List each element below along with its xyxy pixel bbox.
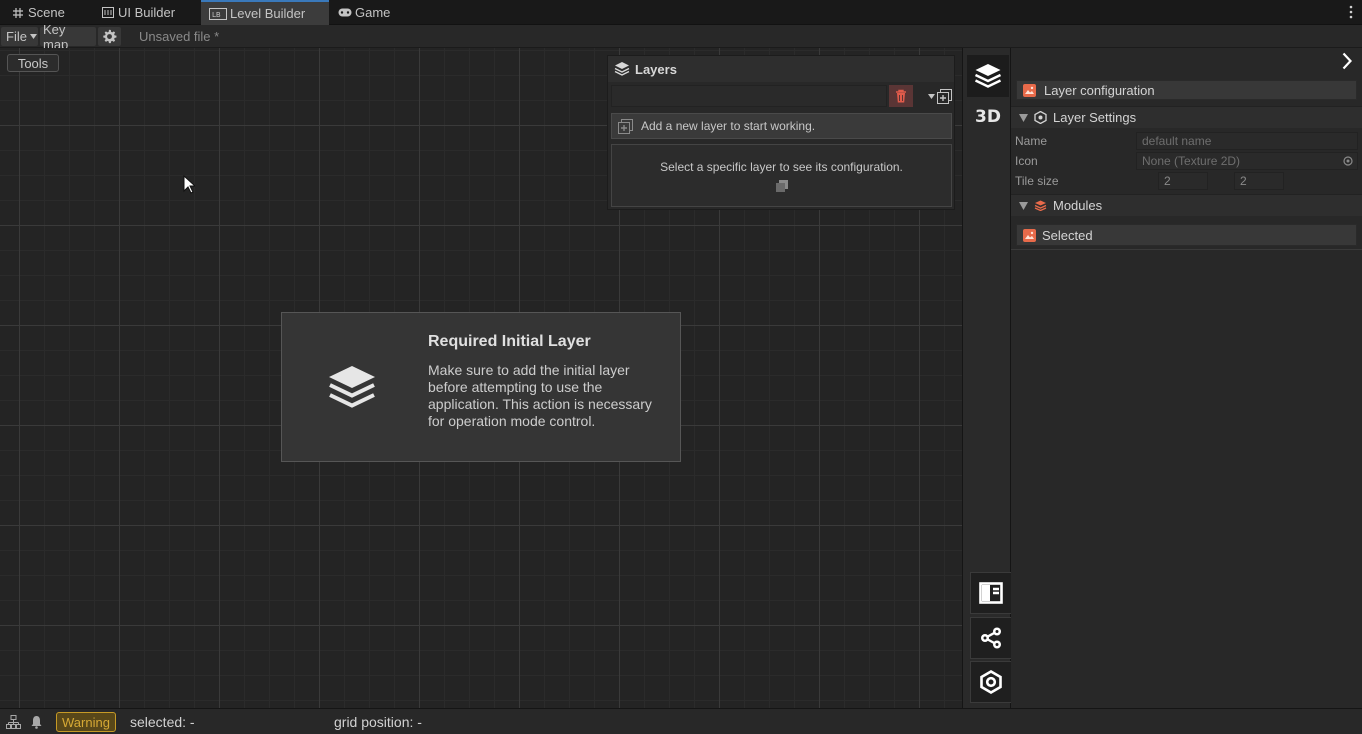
- tile-size-y-value: 2: [1240, 174, 1247, 188]
- tab-level-builder-label: Level Builder: [230, 6, 306, 21]
- settings-mode-button[interactable]: [970, 661, 1012, 703]
- layer-configuration-label: Layer configuration: [1044, 82, 1155, 98]
- status-bar: Warning selected: - grid position: -: [0, 708, 1362, 734]
- hierarchy-icon[interactable]: [6, 715, 21, 729]
- layer-configuration-row[interactable]: Layer configuration: [1016, 80, 1357, 100]
- hex-gear-icon: [979, 670, 1003, 694]
- mode-strip: 3D: [962, 48, 1012, 708]
- tools-button[interactable]: Tools: [7, 54, 59, 72]
- tools-label: Tools: [17, 55, 49, 71]
- modules-label: Modules: [1053, 198, 1103, 213]
- layers-header: Layers: [608, 56, 954, 82]
- gamepad-icon: [338, 6, 352, 20]
- tab-game[interactable]: Game: [329, 0, 409, 25]
- ui-builder-icon: [101, 6, 115, 20]
- 3d-label: 3D: [975, 107, 1001, 127]
- add-layer-dropdown[interactable]: [916, 85, 952, 107]
- layer-settings-section[interactable]: Layer Settings: [1011, 106, 1362, 128]
- tile-size-x-input[interactable]: 2: [1158, 172, 1208, 190]
- panel-layout-button[interactable]: [970, 572, 1012, 614]
- dialog-title: Required Initial Layer: [428, 333, 591, 350]
- chevron-right-icon[interactable]: [1342, 52, 1352, 70]
- icon-field-label: Icon: [1015, 154, 1038, 168]
- chevron-down-icon: [928, 93, 935, 99]
- add-layer-hint: Add a new layer to start working.: [641, 119, 816, 133]
- tile-size-y-input[interactable]: 2: [1234, 172, 1284, 190]
- mouse-cursor-icon: [183, 175, 195, 194]
- more-options-icon[interactable]: [1348, 5, 1354, 19]
- selected-status: selected: -: [130, 714, 195, 730]
- svg-text:LB: LB: [212, 11, 221, 19]
- icon-field: Icon None (Texture 2D): [1015, 152, 1358, 170]
- inspector-panel: Layer configuration Layer Settings Name …: [1011, 48, 1362, 708]
- layer-config-hint-box: Select a specific layer to see its confi…: [611, 144, 952, 207]
- chevron-down-icon: [29, 34, 37, 39]
- dialog-message: Make sure to add the initial layer befor…: [428, 362, 652, 429]
- panel-layout-icon: [979, 582, 1003, 604]
- trash-icon: [895, 89, 907, 103]
- tab-scene-label: Scene: [28, 5, 65, 20]
- name-placeholder: default name: [1142, 134, 1212, 148]
- target-picker-icon[interactable]: [1343, 156, 1353, 166]
- selected-module-label: Selected: [1042, 227, 1093, 243]
- image-icon: [1023, 83, 1036, 97]
- select-layer-hint: Select a specific layer to see its confi…: [660, 160, 903, 174]
- add-new-layer-button[interactable]: Add a new layer to start working.: [611, 113, 952, 139]
- modules-section[interactable]: Modules: [1011, 194, 1362, 216]
- triangle-down-icon: [1019, 113, 1028, 122]
- selected-module-wrapper: Selected: [1011, 220, 1362, 250]
- grid-position-status: grid position: -: [334, 714, 422, 730]
- menu-bar: File Key map Unsaved file *: [0, 22, 1362, 52]
- filename-label: Unsaved file *: [139, 29, 220, 44]
- selected-module-row[interactable]: Selected: [1016, 224, 1357, 246]
- tile-size-label: Tile size: [1015, 174, 1059, 188]
- add-layer-icon: [937, 88, 952, 104]
- tab-ui-builder[interactable]: UI Builder: [90, 0, 200, 25]
- node-graph-button[interactable]: [970, 617, 1012, 659]
- divider: [1011, 249, 1362, 250]
- share-nodes-icon: [979, 627, 1003, 649]
- icon-object-field[interactable]: None (Texture 2D): [1136, 152, 1358, 170]
- name-field-label: Name: [1015, 134, 1048, 148]
- settings-cube-icon: [1034, 111, 1047, 124]
- keymap-button[interactable]: Key map: [40, 22, 96, 52]
- level-builder-icon: LB: [209, 7, 227, 21]
- layers-title: Layers: [635, 61, 677, 77]
- layers-icon: [614, 61, 630, 77]
- copy-icon: [775, 179, 789, 193]
- tile-size-x-value: 2: [1164, 174, 1171, 188]
- tab-bar: Scene UI Builder LB Level Builder Game: [0, 0, 1362, 25]
- gear-icon: [102, 29, 117, 44]
- layers-mode-button[interactable]: [967, 55, 1009, 97]
- delete-layer-button[interactable]: [889, 85, 913, 107]
- triangle-down-icon: [1019, 201, 1028, 210]
- file-menu-button[interactable]: File: [1, 27, 38, 46]
- warning-badge[interactable]: Warning: [56, 712, 116, 732]
- grid-icon: [11, 6, 25, 20]
- layers-icon: [974, 63, 1002, 90]
- image-icon: [1023, 228, 1036, 242]
- tab-ui-builder-label: UI Builder: [118, 5, 176, 20]
- name-field: Name default name: [1015, 132, 1358, 150]
- layers-icon: [326, 363, 378, 413]
- required-layer-dialog: Required Initial Layer Make sure to add …: [281, 312, 681, 462]
- tile-size-field: Tile size 2 2: [1015, 172, 1358, 190]
- 3d-mode-button[interactable]: 3D: [967, 96, 1009, 138]
- file-menu-label: File: [6, 29, 27, 44]
- warning-label: Warning: [62, 714, 110, 730]
- icon-field-value: None (Texture 2D): [1142, 154, 1241, 168]
- layers-toolbar: [611, 85, 953, 107]
- tab-level-builder[interactable]: LB Level Builder: [201, 0, 329, 25]
- settings-button[interactable]: [98, 27, 121, 46]
- layer-settings-label: Layer Settings: [1053, 110, 1137, 125]
- bell-icon[interactable]: [30, 715, 43, 729]
- layers-panel: Layers Add a new layer to start working.…: [607, 55, 955, 210]
- modules-icon: [1034, 200, 1047, 211]
- layer-name-input[interactable]: [611, 85, 887, 107]
- tab-game-label: Game: [355, 5, 391, 20]
- name-input[interactable]: default name: [1136, 132, 1358, 150]
- keymap-label: Key map: [43, 21, 69, 52]
- add-layer-icon: [618, 118, 633, 134]
